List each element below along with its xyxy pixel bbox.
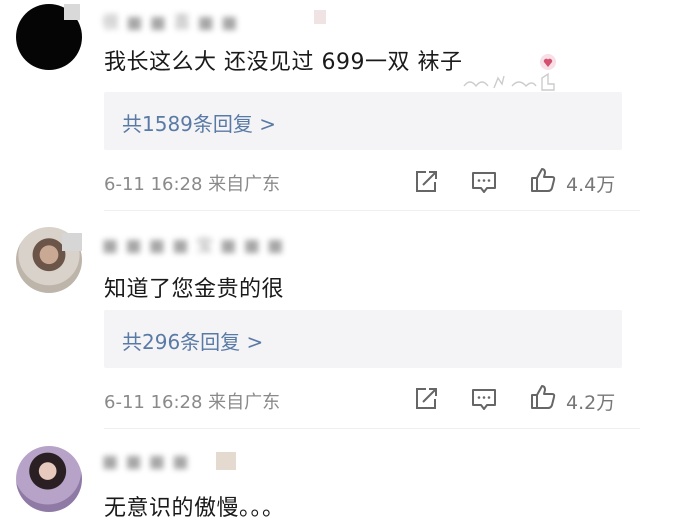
emoji-decoration-icon xyxy=(463,54,556,91)
comment-meta: 6-11 16:28 来自广东 xyxy=(104,174,281,195)
username[interactable]: 很 ■ ■ 喜 ■ ■ xyxy=(102,8,238,33)
comment-icon[interactable] xyxy=(470,168,498,196)
username[interactable]: ■ ■ ■ ■ xyxy=(102,452,189,472)
comment-text: 我长这么大 还没见过 699一双 袜子 xyxy=(104,50,463,75)
like-count: 4.2万 xyxy=(566,392,616,414)
comment-text: 知道了您金贵的很 xyxy=(104,277,285,302)
comment-item: ■ ■ ■ ■ 无意识的傲慢。。。 xyxy=(0,430,700,530)
comment-icon[interactable] xyxy=(470,385,498,413)
divider xyxy=(104,428,640,429)
reply-count-link[interactable]: 共1589条回复 > xyxy=(122,108,276,137)
thumbs-up-icon[interactable] xyxy=(529,383,557,411)
comment-item: ■ ■ ■ ■ 宝 ■ ■ ■ 知道了您金贵的很 共296条回复 > 6-11 … xyxy=(0,215,700,430)
comment-text: 无意识的傲慢。。。 xyxy=(104,496,285,521)
reply-summary-box[interactable]: 共296条回复 > xyxy=(104,310,622,368)
avatar[interactable] xyxy=(16,446,82,512)
divider xyxy=(104,210,640,211)
username[interactable]: ■ ■ ■ ■ 宝 ■ ■ ■ xyxy=(102,231,284,256)
reply-count-link[interactable]: 共296条回复 > xyxy=(122,326,263,355)
thumbs-up-icon[interactable] xyxy=(529,166,557,194)
like-count: 4.4万 xyxy=(566,174,616,196)
share-icon[interactable] xyxy=(412,385,440,413)
comment-meta: 6-11 16:28 来自广东 xyxy=(104,392,281,413)
reply-summary-box[interactable]: 共1589条回复 > xyxy=(104,92,622,150)
comment-item: 很 ■ ■ 喜 ■ ■ 我长这么大 还没见过 699一双 袜子 共1589条回复… xyxy=(0,0,700,215)
share-icon[interactable] xyxy=(412,168,440,196)
